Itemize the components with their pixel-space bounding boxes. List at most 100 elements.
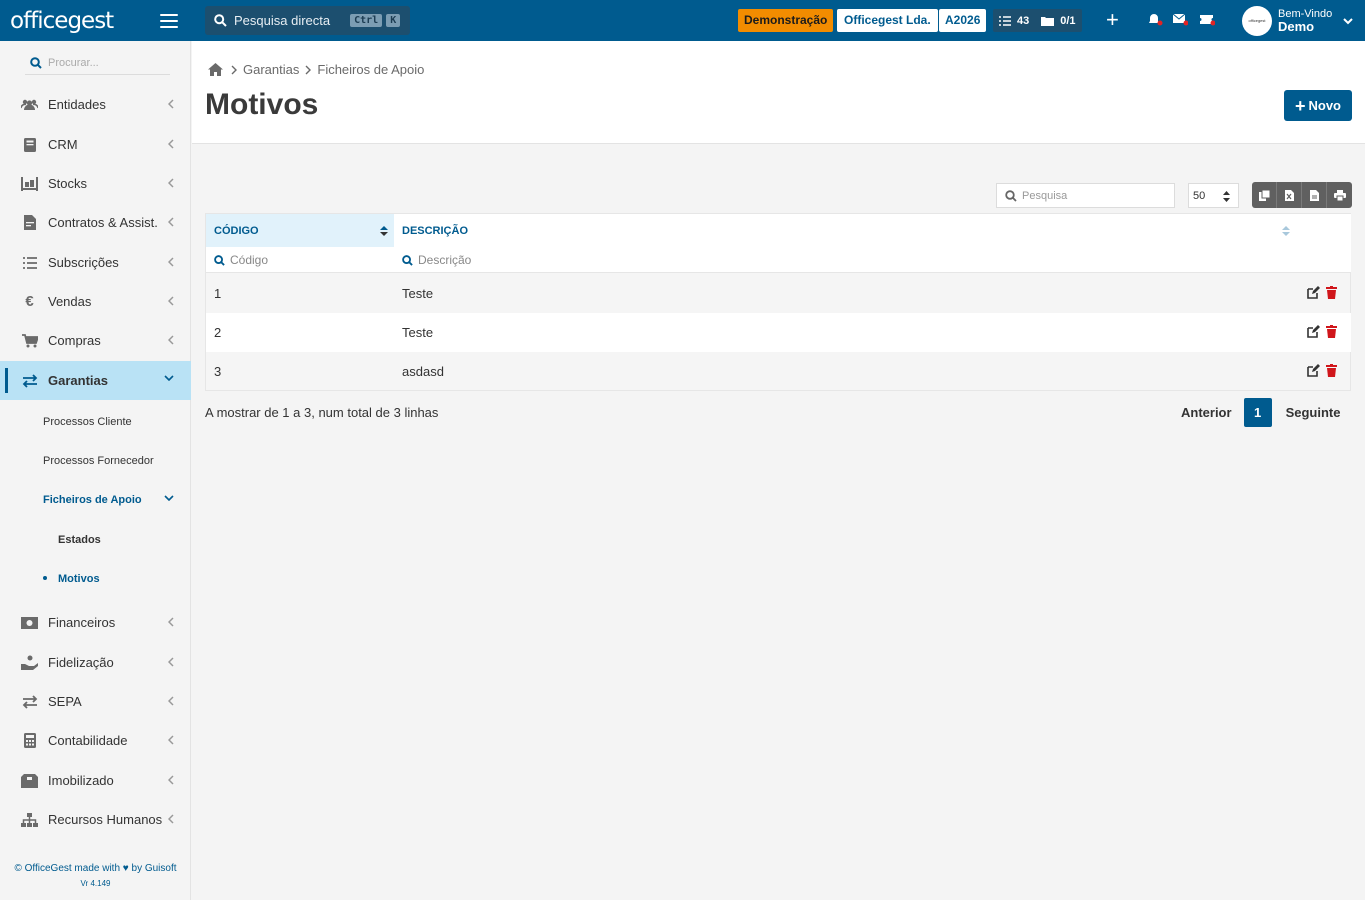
sidebar-item-label: Entidades <box>48 97 106 112</box>
sidebar-item-label: Financeiros <box>48 615 116 630</box>
file-icon <box>1309 189 1319 201</box>
sidebar-item-stocks[interactable]: Stocks <box>0 164 191 203</box>
calculator-icon <box>21 733 38 749</box>
page-size-select[interactable]: 50 <box>1188 183 1239 208</box>
home-icon[interactable] <box>208 63 223 76</box>
new-button[interactable]: + Novo <box>1284 90 1352 121</box>
ticket-icon[interactable] <box>1200 13 1215 26</box>
sidebar-item-sepa[interactable]: SEPA <box>0 682 191 721</box>
sidebar-item-financeiros[interactable]: Financeiros <box>0 603 191 642</box>
delete-icon[interactable] <box>1326 364 1337 380</box>
sidebar-item-label: Subscrições <box>48 255 119 270</box>
search-icon <box>214 14 227 27</box>
copyright-text[interactable]: © OfficeGest made with ♥ by Guisoft <box>14 863 176 874</box>
sidebar-item-garantias[interactable]: Garantias <box>0 361 191 400</box>
search-icon <box>402 254 413 266</box>
sidebar-subitem-processos-cliente[interactable]: Processos Cliente <box>0 402 191 441</box>
delete-icon[interactable] <box>1326 286 1337 302</box>
pdf-button[interactable] <box>1302 182 1327 208</box>
new-button-label: Novo <box>1308 98 1342 113</box>
cell-descricao: Teste <box>402 325 434 340</box>
table-search-input[interactable]: Pesquisa <box>996 183 1175 208</box>
sidebar-item-vendas[interactable]: € Vendas <box>0 282 191 321</box>
search-icon <box>214 254 225 266</box>
print-button[interactable] <box>1327 182 1352 208</box>
hand-coin-icon <box>21 655 38 671</box>
mail-icon[interactable] <box>1173 13 1188 26</box>
folder-icon[interactable] <box>1041 16 1055 26</box>
sidebar-search-input[interactable]: Procurar... <box>25 51 170 75</box>
edit-icon[interactable] <box>1307 364 1320 380</box>
filter-codigo-input[interactable]: Código <box>214 247 390 273</box>
filter-descricao-input[interactable]: Descrição <box>402 247 1302 273</box>
company-badge[interactable]: Officegest Lda. <box>837 9 938 32</box>
chevron-left-icon <box>168 735 174 745</box>
pagination-prev[interactable]: Anterior <box>1181 405 1232 420</box>
euro-icon: € <box>25 293 34 310</box>
chevron-right-icon <box>231 65 237 74</box>
table-row[interactable]: 1 Teste <box>206 274 1351 313</box>
sidebar-item-recursos-humanos[interactable]: Recursos Humanos <box>0 800 191 839</box>
chevron-left-icon <box>168 257 174 267</box>
chevron-left-icon <box>168 657 174 667</box>
cell-codigo: 3 <box>214 364 222 379</box>
officegest-logo[interactable]: officegest <box>10 9 118 32</box>
chevron-left-icon <box>168 335 174 345</box>
sidebar-subitem-processos-fornecedor[interactable]: Processos Fornecedor <box>0 441 191 480</box>
global-search-button[interactable]: Pesquisa directa Ctrl K <box>205 6 410 35</box>
sidebar-item-contabilidade[interactable]: Contabilidade <box>0 721 191 760</box>
user-menu[interactable]: officegest Bem-Vindo Demo <box>1242 6 1353 36</box>
sidebar-item-subscricoes[interactable]: Subscrições <box>0 243 191 282</box>
chevron-left-icon <box>168 99 174 109</box>
sidebar-item-label: SEPA <box>48 694 82 709</box>
breadcrumb-garantias[interactable]: Garantias <box>243 62 299 77</box>
pagination: Anterior 1 Seguinte <box>1181 398 1340 427</box>
edit-icon[interactable] <box>1307 325 1320 341</box>
users-icon <box>21 97 38 113</box>
excel-button[interactable] <box>1277 182 1302 208</box>
sidebar-subitem-ficheiros-apoio[interactable]: Ficheiros de Apoio <box>0 480 191 519</box>
hamburger-menu-icon[interactable] <box>160 13 178 28</box>
sidebar-item-contratos[interactable]: Contratos & Assist. <box>0 203 191 242</box>
pagination-next[interactable]: Seguinte <box>1286 405 1341 420</box>
breadcrumb-ficheiros-apoio[interactable]: Ficheiros de Apoio <box>317 62 424 77</box>
user-name: Demo <box>1278 19 1315 34</box>
tasks-count[interactable]: 43 <box>1017 15 1029 27</box>
column-header-descricao[interactable]: DESCRIÇÃO <box>394 214 1351 247</box>
table-row[interactable]: 3 asdasd <box>206 352 1351 391</box>
quick-add-icon[interactable]: + <box>1106 9 1119 31</box>
pagination-page-1[interactable]: 1 <box>1243 398 1272 427</box>
delete-icon[interactable] <box>1326 325 1337 341</box>
chevron-down-icon <box>164 375 174 381</box>
docs-count[interactable]: 0/1 <box>1060 15 1075 27</box>
cart-icon <box>21 333 38 349</box>
chevron-right-icon <box>305 65 312 74</box>
sidebar-item-imobilizado[interactable]: Imobilizado <box>0 761 191 800</box>
sort-asc-icon <box>380 226 388 236</box>
column-header-label: DESCRIÇÃO <box>402 224 469 237</box>
sidebar-item-fidelizacao[interactable]: Fidelização <box>0 643 191 682</box>
sidebar-item-label: Vendas <box>48 294 92 309</box>
shortcut-k: K <box>386 14 401 27</box>
table-row[interactable]: 2 Teste <box>206 313 1351 352</box>
chevron-left-icon <box>168 814 174 824</box>
sidebar-item-label: Contabilidade <box>48 733 128 748</box>
copy-button[interactable] <box>1252 182 1277 208</box>
sidebar-item-crm[interactable]: CRM <box>0 125 191 164</box>
edit-icon[interactable] <box>1307 286 1320 302</box>
chevron-left-icon <box>168 775 174 785</box>
year-badge[interactable]: A2026 <box>939 9 987 32</box>
book-icon <box>21 137 38 153</box>
sidebar-subitem-estados[interactable]: Estados <box>0 520 191 559</box>
sidebar-item-compras[interactable]: Compras <box>0 321 191 360</box>
bell-icon[interactable] <box>1148 13 1163 26</box>
sidebar-item-label: Garantias <box>48 373 108 388</box>
breadcrumb: Garantias Ficheiros de Apoio <box>208 62 430 77</box>
exchange-icon <box>21 694 38 710</box>
demo-badge[interactable]: Demonstração <box>738 9 834 32</box>
sidebar-item-entidades[interactable]: Entidades <box>0 85 191 124</box>
column-header-codigo[interactable]: CÓDIGO <box>206 214 394 247</box>
sidebar-subitem-motivos[interactable]: Motivos <box>0 559 191 598</box>
tasks-icon[interactable] <box>999 15 1011 26</box>
page-size-value: 50 <box>1193 189 1206 202</box>
